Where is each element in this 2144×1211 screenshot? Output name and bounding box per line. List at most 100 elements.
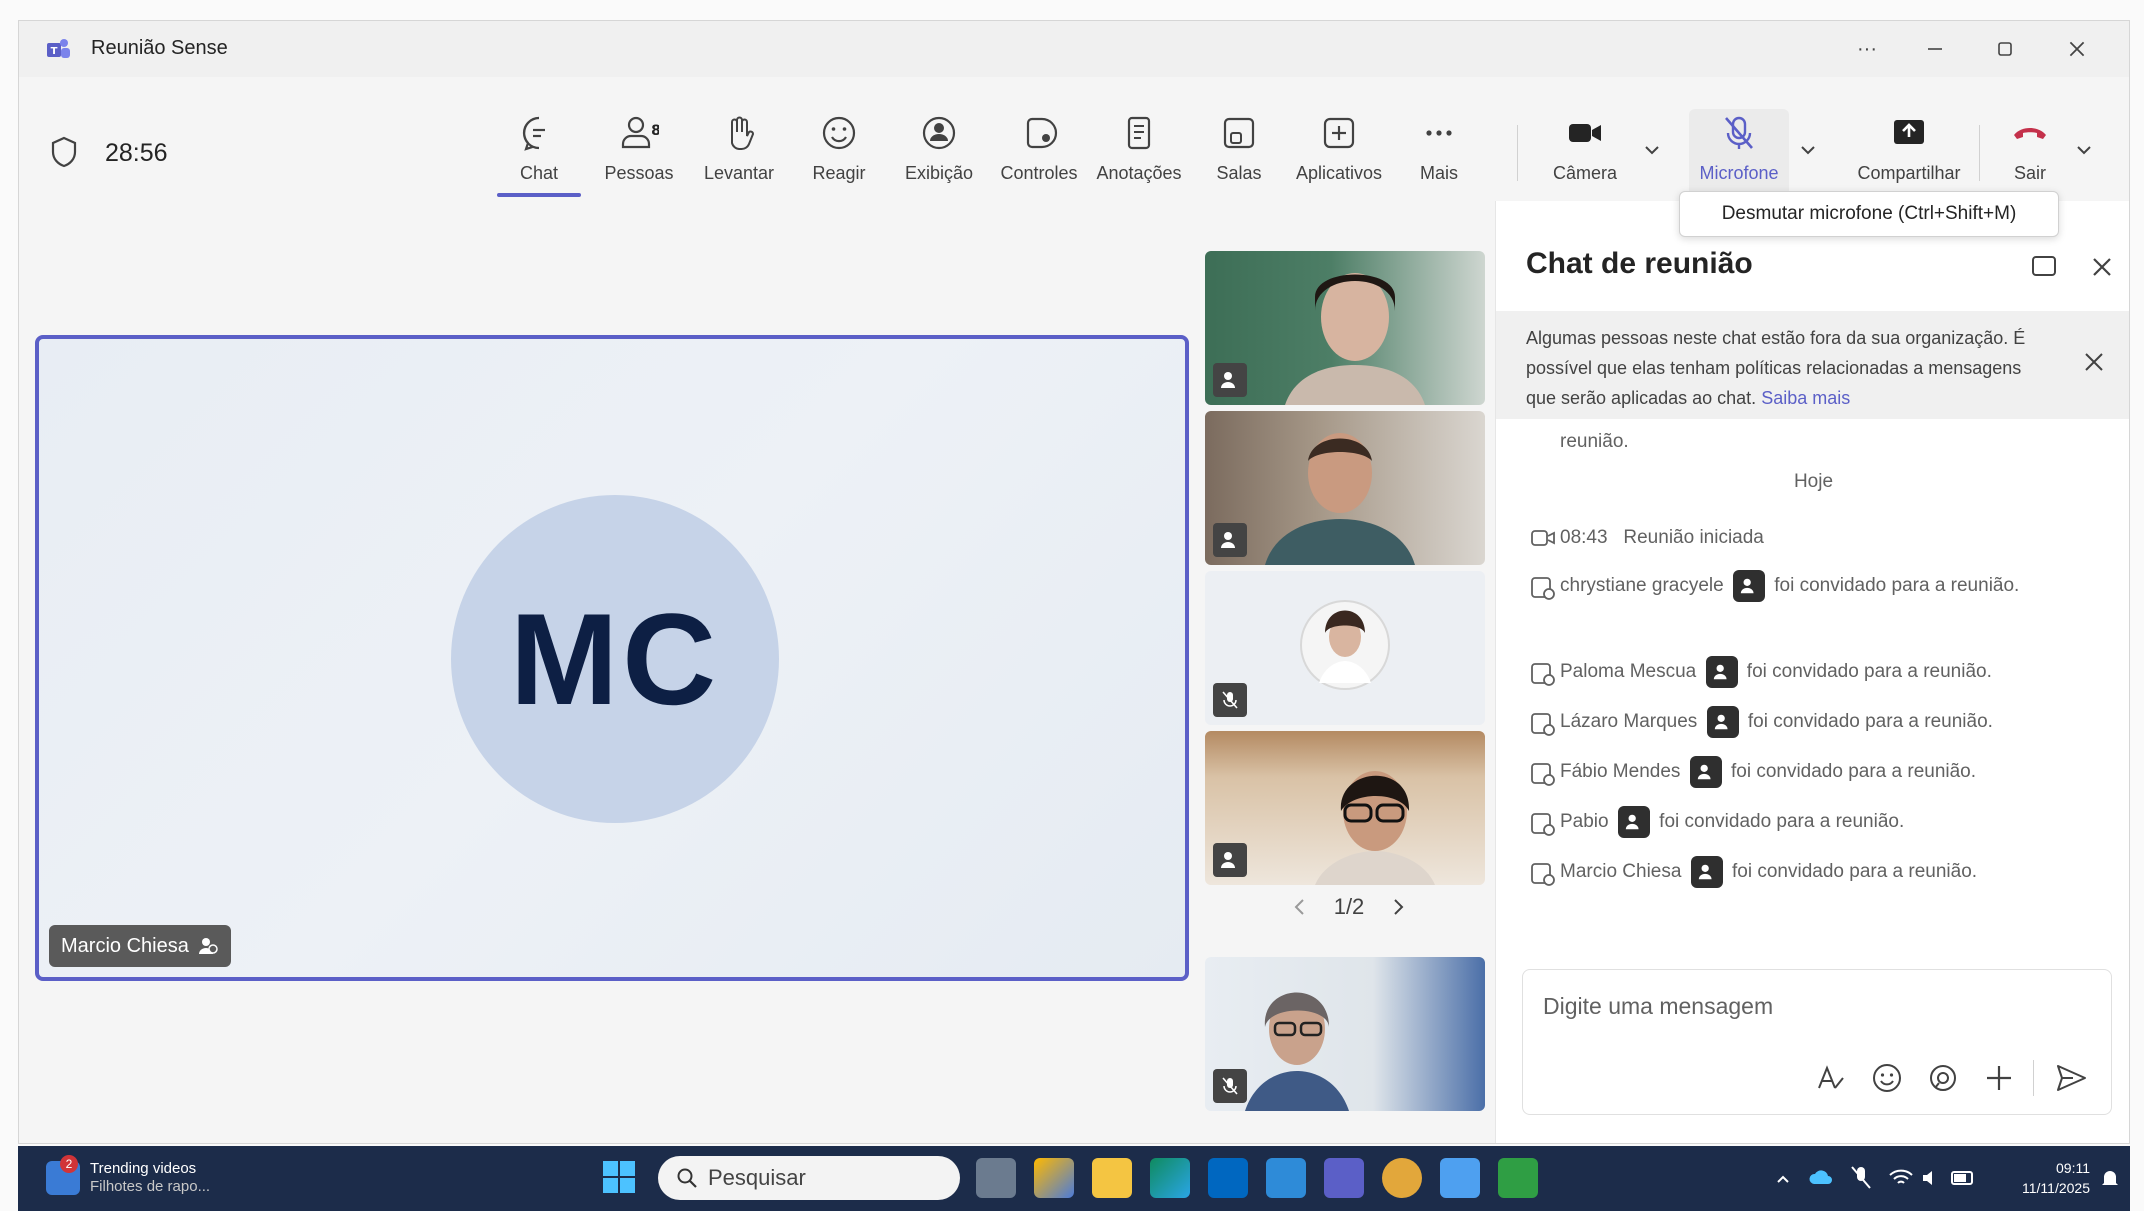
external-user-icon xyxy=(1221,532,1235,548)
hand-icon xyxy=(731,116,755,150)
invitee-name: chrystiane gracyele xyxy=(1560,575,1724,596)
chevron-left-icon[interactable] xyxy=(1289,896,1311,918)
raise-hand-button[interactable]: Levantar xyxy=(689,113,789,197)
rooms-button[interactable]: Salas xyxy=(1189,113,1289,197)
taskbar-clock[interactable]: 09:11 11/11/2025 xyxy=(2022,1158,2090,1198)
maximize-button[interactable] xyxy=(1975,31,2035,67)
view-button[interactable]: Exibição xyxy=(889,113,989,197)
camera-options-chevron-icon[interactable] xyxy=(1639,137,1665,163)
taskbar-search[interactable]: Pesquisar xyxy=(658,1156,960,1200)
controls-button[interactable]: Controles xyxy=(989,113,1089,197)
notes-label: Anotações xyxy=(1096,163,1182,183)
invite-text: foi convidado para a reunião. xyxy=(1730,761,1977,782)
people-button[interactable]: 8 Pessoas xyxy=(589,113,689,197)
thumbnail-badge xyxy=(1213,363,1247,397)
microphone-label: Microfone xyxy=(1699,163,1779,183)
pop-out-icon[interactable] xyxy=(2030,253,2058,279)
external-user-badge xyxy=(1617,805,1650,838)
chevron-right-icon[interactable] xyxy=(1387,896,1409,918)
compose-divider xyxy=(2033,1060,2034,1096)
outlook-icon[interactable] xyxy=(1266,1158,1306,1198)
external-user-icon xyxy=(1698,864,1712,880)
microphone-muted-tray-icon[interactable] xyxy=(1848,1164,1874,1192)
teams-taskbar-icon[interactable] xyxy=(1324,1158,1364,1198)
message-input[interactable] xyxy=(1543,988,2083,1024)
notification-icon[interactable] xyxy=(2098,1166,2122,1190)
microphone-button[interactable]: Microfone xyxy=(1689,109,1789,199)
more-label: Mais xyxy=(1419,163,1458,183)
file-explorer-icon[interactable] xyxy=(1092,1158,1132,1198)
notes-icon xyxy=(1127,116,1151,150)
onedrive-icon[interactable] xyxy=(1808,1166,1834,1190)
message-text: reunião. xyxy=(1560,431,1629,452)
emoji-icon[interactable] xyxy=(1869,1060,1905,1096)
plus-icon[interactable] xyxy=(1981,1060,2017,1096)
microphone-options-chevron-icon[interactable] xyxy=(1795,137,1821,163)
window-title: Reunião Sense xyxy=(91,37,228,59)
leave-options-chevron-icon[interactable] xyxy=(2071,137,2097,163)
wifi-icon[interactable] xyxy=(1888,1166,1914,1190)
participant-thumbnail-2[interactable] xyxy=(1205,411,1485,565)
calendar-invite-icon xyxy=(1531,763,1555,786)
calendar-invite-icon xyxy=(1531,663,1555,686)
rooms-icon xyxy=(1223,117,1255,149)
participant-thumbnail-4[interactable] xyxy=(1205,731,1485,885)
learn-more-link[interactable]: Saiba mais xyxy=(1761,388,1850,408)
chat-icon xyxy=(522,116,545,151)
chat-button[interactable]: Chat xyxy=(489,113,589,197)
external-user-icon xyxy=(1221,372,1235,388)
close-chat-icon[interactable] xyxy=(2086,251,2118,283)
external-user-badge xyxy=(1689,755,1722,788)
self-view-thumbnail[interactable] xyxy=(1205,957,1485,1111)
window-more-button[interactable]: ··· xyxy=(1837,31,1897,67)
main-participant-tile[interactable]: MC Marcio Chiesa xyxy=(35,335,1189,981)
invite-message: Marcio Chiesa foi convidado para a reuni… xyxy=(1526,855,2106,889)
invite-message: Fábio Mendes foi convidado para a reuniã… xyxy=(1526,755,2106,789)
message-time: 08:43 xyxy=(1560,527,1608,548)
invitee-name: Marcio Chiesa xyxy=(1560,861,1682,882)
apps-button[interactable]: Aplicativos xyxy=(1289,113,1389,197)
volume-icon[interactable] xyxy=(1920,1166,1942,1190)
close-banner-icon[interactable] xyxy=(2079,347,2109,377)
loop-component-icon[interactable] xyxy=(1925,1060,1961,1096)
minimize-button[interactable] xyxy=(1905,31,1965,67)
news-widget[interactable]: 2 Trending videos Filhotes de rapo... xyxy=(46,1155,246,1200)
teams-logo-icon: T xyxy=(47,39,70,58)
leave-button[interactable]: Sair xyxy=(1993,113,2067,197)
react-button[interactable]: Reagir xyxy=(789,113,889,197)
external-user-icon xyxy=(1221,852,1235,868)
notes-button[interactable]: Anotações xyxy=(1089,113,1189,197)
windows-start-icon[interactable] xyxy=(602,1160,636,1194)
invitee-name: Pabio xyxy=(1560,811,1609,832)
external-user-badge xyxy=(1732,569,1765,602)
search-placeholder: Pesquisar xyxy=(708,1165,806,1190)
show-hidden-icons-icon[interactable] xyxy=(1774,1170,1792,1188)
invite-message: chrystiane gracyele foi convidado para a… xyxy=(1526,569,2106,603)
more-button[interactable]: Mais xyxy=(1389,113,1489,197)
microphone-muted-icon xyxy=(1725,116,1753,149)
participant-name-tag: Marcio Chiesa xyxy=(49,925,231,967)
store-icon[interactable] xyxy=(1208,1158,1248,1198)
microphone-muted-icon xyxy=(1222,1077,1238,1095)
participant-thumbnail-3[interactable] xyxy=(1205,571,1485,725)
format-text-icon[interactable] xyxy=(1813,1060,1849,1096)
edge-icon[interactable] xyxy=(1150,1158,1190,1198)
close-window-button[interactable] xyxy=(2047,31,2107,67)
copilot-icon[interactable] xyxy=(1034,1158,1074,1198)
send-icon[interactable] xyxy=(2053,1060,2089,1096)
app-icon[interactable] xyxy=(1440,1158,1480,1198)
camera-button[interactable]: Câmera xyxy=(1535,113,1635,197)
invite-text: foi convidado para a reunião. xyxy=(1659,811,1905,832)
share-button[interactable]: Compartilhar xyxy=(1847,113,1971,197)
external-user-icon xyxy=(1625,814,1639,830)
participant-avatar: MC xyxy=(451,495,779,823)
battery-icon[interactable] xyxy=(1950,1166,1976,1190)
news-icon: 2 xyxy=(46,1155,80,1195)
meeting-chat-panel: Chat de reunião Algumas pessoas neste ch… xyxy=(1495,201,2129,1143)
excel-icon[interactable] xyxy=(1498,1158,1538,1198)
close-icon xyxy=(2069,41,2085,57)
participant-thumbnail-1[interactable] xyxy=(1205,251,1485,405)
video-stage: MC Marcio Chiesa 1/2 xyxy=(19,201,1489,1143)
task-view-icon[interactable] xyxy=(976,1158,1016,1198)
chrome-icon[interactable] xyxy=(1382,1158,1422,1198)
